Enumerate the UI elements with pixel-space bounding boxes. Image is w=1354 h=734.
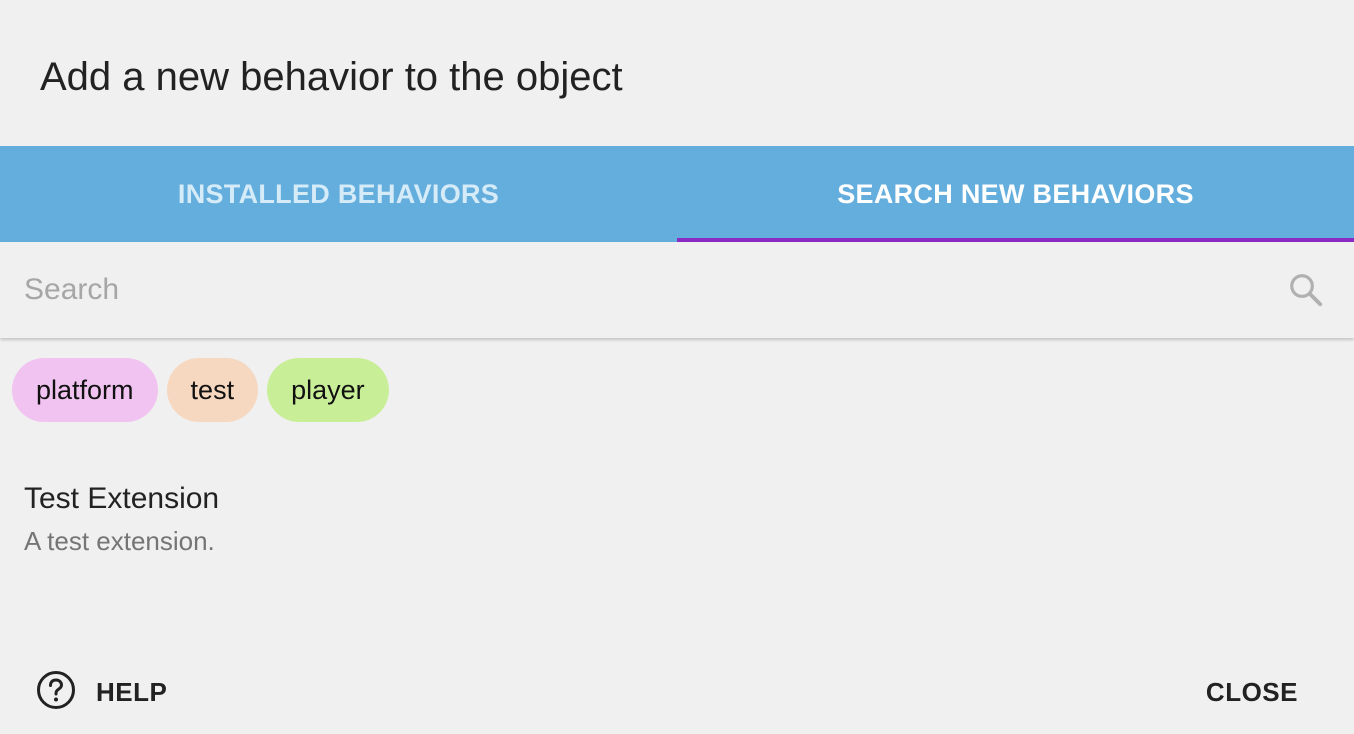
help-button[interactable]: HELP (36, 670, 168, 715)
tab-search-new-behaviors[interactable]: SEARCH NEW BEHAVIORS (677, 146, 1354, 242)
dialog-title: Add a new behavior to the object (40, 55, 623, 99)
search-bar (0, 242, 1354, 338)
tag-chips: platform test player (12, 358, 389, 422)
extension-title: Test Extension (24, 482, 220, 515)
add-behavior-dialog: Add a new behavior to the object INSTALL… (0, 0, 1354, 734)
tag-chip-test[interactable]: test (166, 358, 259, 422)
list-item[interactable]: Test Extension A test extension. (24, 480, 219, 558)
tag-chip-platform[interactable]: platform (12, 358, 158, 422)
tab-bar: INSTALLED BEHAVIORS SEARCH NEW BEHAVIORS (0, 146, 1354, 242)
help-circle-icon (36, 670, 76, 715)
tag-chip-player[interactable]: player (267, 358, 389, 422)
close-button[interactable]: CLOSE (1206, 672, 1298, 712)
extension-description: A test extension. (24, 526, 215, 556)
search-icon[interactable] (1286, 270, 1326, 310)
tab-installed-behaviors[interactable]: INSTALLED BEHAVIORS (0, 146, 677, 242)
search-input[interactable] (0, 260, 1286, 320)
help-label: HELP (96, 676, 168, 707)
